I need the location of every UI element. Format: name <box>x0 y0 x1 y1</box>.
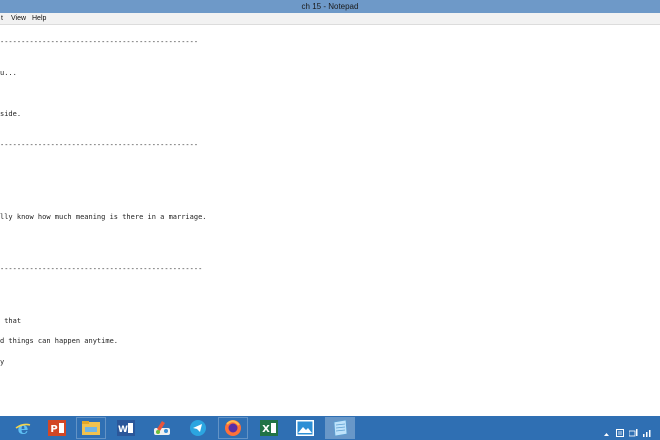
word-icon: W <box>117 420 135 436</box>
taskbar-file-explorer[interactable] <box>76 417 106 439</box>
text-line: ----------------------------------------… <box>0 38 199 46</box>
window-title: ch 15 - Notepad <box>301 2 359 11</box>
notepad-window: ch 15 - Notepad t View Help ------------… <box>0 0 660 416</box>
taskbar-word[interactable]: W <box>111 417 141 439</box>
text-line: ----------------------------------------… <box>0 141 199 149</box>
action-center-icon[interactable] <box>616 424 624 440</box>
taskbar: e P W X <box>0 416 660 440</box>
svg-text:P: P <box>50 424 57 435</box>
system-tray <box>600 416 660 440</box>
windows-start-icon <box>0 423 4 433</box>
taskbar-photos[interactable] <box>290 417 320 439</box>
paint-icon <box>154 421 170 435</box>
excel-icon: X <box>260 420 278 436</box>
menu-help[interactable]: Help <box>32 13 46 24</box>
internet-explorer-icon: e <box>15 419 31 437</box>
firefox-icon <box>225 420 241 436</box>
text-line: that <box>0 317 22 325</box>
text-editor-area[interactable]: ----------------------------------------… <box>0 25 660 416</box>
text-line: y <box>0 358 5 366</box>
text-line: u... <box>0 69 17 77</box>
volume-icon[interactable] <box>643 424 652 440</box>
taskbar-paint[interactable] <box>147 417 177 439</box>
taskbar-firefox[interactable] <box>218 417 248 439</box>
taskbar-powerpoint[interactable]: P <box>42 417 72 439</box>
menu-bar: t View Help <box>0 13 660 25</box>
menu-format[interactable]: t <box>1 13 3 24</box>
taskbar-telegram[interactable] <box>183 417 213 439</box>
taskbar-notepad[interactable] <box>325 417 355 439</box>
taskbar-excel[interactable]: X <box>254 417 284 439</box>
powerpoint-icon: P <box>48 420 66 436</box>
text-line: d things can happen anytime. <box>0 337 119 345</box>
svg-text:W: W <box>118 425 128 435</box>
text-line: ----------------------------------------… <box>0 265 203 273</box>
svg-text:e: e <box>18 419 29 437</box>
title-bar[interactable]: ch 15 - Notepad <box>0 0 660 13</box>
show-hidden-icons-chevron-icon[interactable] <box>604 424 609 440</box>
text-line: side. <box>0 110 22 118</box>
start-button[interactable] <box>0 417 6 439</box>
svg-text:X: X <box>262 424 270 435</box>
network-icon[interactable] <box>628 424 638 440</box>
menu-view[interactable]: View <box>11 13 26 24</box>
taskbar-internet-explorer[interactable]: e <box>8 417 38 439</box>
notepad-icon <box>333 419 348 437</box>
text-line: lly know how much meaning is there in a … <box>0 213 207 221</box>
photos-icon <box>296 420 314 436</box>
telegram-icon <box>190 420 206 436</box>
folder-icon <box>82 421 100 435</box>
